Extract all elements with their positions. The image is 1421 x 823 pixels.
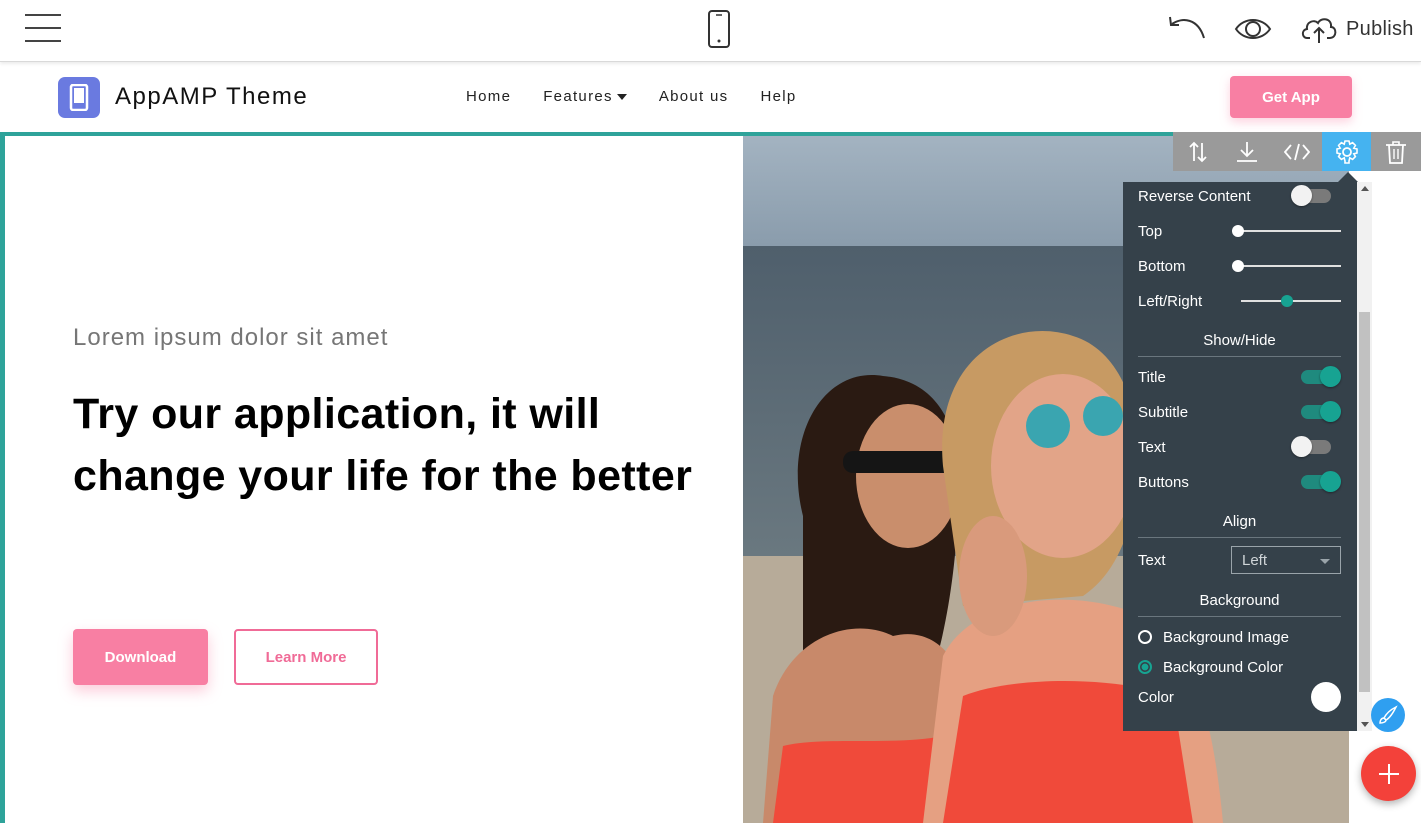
nav-menu: Home Features About us Help bbox=[466, 88, 829, 105]
align-heading: Align bbox=[1138, 513, 1341, 538]
preview-eye-icon[interactable] bbox=[1234, 14, 1272, 44]
cloud-upload-icon bbox=[1301, 18, 1337, 43]
hero-subtitle: Lorem ipsum dolor sit amet bbox=[73, 324, 389, 351]
panel-pointer bbox=[1338, 172, 1358, 182]
top-padding-slider[interactable] bbox=[1232, 225, 1341, 237]
block-settings-panel: Reverse Content Top Bottom Left/Right Sh… bbox=[1123, 182, 1372, 731]
text-toggle[interactable] bbox=[1291, 436, 1331, 457]
background-image-radio[interactable] bbox=[1138, 630, 1152, 644]
color-row: Color bbox=[1138, 682, 1341, 712]
move-icon[interactable] bbox=[1173, 132, 1223, 171]
smartphone-icon bbox=[69, 84, 89, 111]
background-image-option[interactable]: Background Image bbox=[1138, 625, 1341, 649]
gear-icon[interactable] bbox=[1321, 132, 1372, 171]
scroll-up-arrow-icon[interactable] bbox=[1361, 186, 1369, 191]
title-toggle[interactable] bbox=[1301, 366, 1341, 387]
left-right-padding-row: Left/Right bbox=[1138, 289, 1341, 313]
subtitle-toggle[interactable] bbox=[1301, 401, 1341, 422]
chevron-down-icon bbox=[1320, 559, 1330, 564]
hero-title: Try our application, it will change your… bbox=[73, 390, 693, 500]
reverse-content-toggle[interactable] bbox=[1291, 185, 1331, 206]
background-color-option[interactable]: Background Color bbox=[1138, 655, 1341, 679]
nav-link-help[interactable]: Help bbox=[760, 88, 796, 105]
download-icon[interactable] bbox=[1223, 132, 1273, 171]
text-toggle-row: Text bbox=[1138, 435, 1341, 459]
edit-brush-button[interactable] bbox=[1371, 698, 1405, 732]
scroll-down-arrow-icon[interactable] bbox=[1361, 722, 1369, 727]
bottom-padding-slider[interactable] bbox=[1232, 260, 1341, 272]
site-navbar: AppAMP Theme Home Features About us Help… bbox=[0, 63, 1421, 132]
reverse-content-row: Reverse Content bbox=[1138, 184, 1341, 208]
nav-link-about[interactable]: About us bbox=[659, 88, 729, 105]
buttons-toggle-row: Buttons bbox=[1138, 470, 1341, 494]
publish-button[interactable]: Publish bbox=[1300, 14, 1414, 44]
color-swatch[interactable] bbox=[1311, 682, 1341, 712]
bottom-padding-row: Bottom bbox=[1138, 254, 1341, 278]
brand-name[interactable]: AppAMP Theme bbox=[115, 83, 308, 111]
nav-link-features-label: Features bbox=[543, 88, 613, 105]
nav-link-home[interactable]: Home bbox=[466, 88, 511, 105]
background-heading: Background bbox=[1138, 592, 1341, 617]
text-align-value: Left bbox=[1242, 551, 1268, 569]
code-icon[interactable] bbox=[1272, 132, 1322, 171]
download-button[interactable]: Download bbox=[73, 629, 208, 685]
get-app-button[interactable]: Get App bbox=[1230, 76, 1352, 118]
background-color-radio[interactable] bbox=[1138, 660, 1152, 674]
block-toolbar bbox=[1173, 132, 1421, 171]
panel-scrollbar[interactable] bbox=[1357, 182, 1372, 731]
menu-icon[interactable] bbox=[25, 14, 61, 42]
trash-icon[interactable] bbox=[1371, 132, 1421, 171]
brush-icon bbox=[1379, 705, 1398, 724]
text-align-select[interactable]: Left bbox=[1231, 546, 1341, 574]
learn-more-button[interactable]: Learn More bbox=[234, 629, 378, 685]
top-padding-row: Top bbox=[1138, 219, 1341, 243]
left-right-padding-slider[interactable] bbox=[1241, 295, 1341, 307]
show-hide-heading: Show/Hide bbox=[1138, 332, 1341, 357]
buttons-toggle[interactable] bbox=[1301, 471, 1341, 492]
nav-link-features[interactable]: Features bbox=[543, 88, 627, 105]
mobile-view-icon[interactable] bbox=[707, 10, 731, 48]
plus-icon bbox=[1378, 763, 1399, 784]
builder-topbar: Publish bbox=[0, 0, 1421, 62]
undo-icon[interactable] bbox=[1166, 14, 1208, 44]
caret-down-icon bbox=[616, 93, 627, 100]
background-image-label: Background Image bbox=[1163, 628, 1289, 646]
brand-logo[interactable] bbox=[58, 77, 100, 118]
background-color-label: Background Color bbox=[1163, 658, 1284, 676]
text-align-row: Text Left bbox=[1138, 546, 1341, 574]
publish-label: Publish bbox=[1346, 17, 1414, 40]
title-toggle-row: Title bbox=[1138, 365, 1341, 389]
scrollbar-thumb[interactable] bbox=[1359, 312, 1370, 692]
subtitle-toggle-row: Subtitle bbox=[1138, 400, 1341, 424]
add-block-button[interactable] bbox=[1361, 746, 1416, 801]
